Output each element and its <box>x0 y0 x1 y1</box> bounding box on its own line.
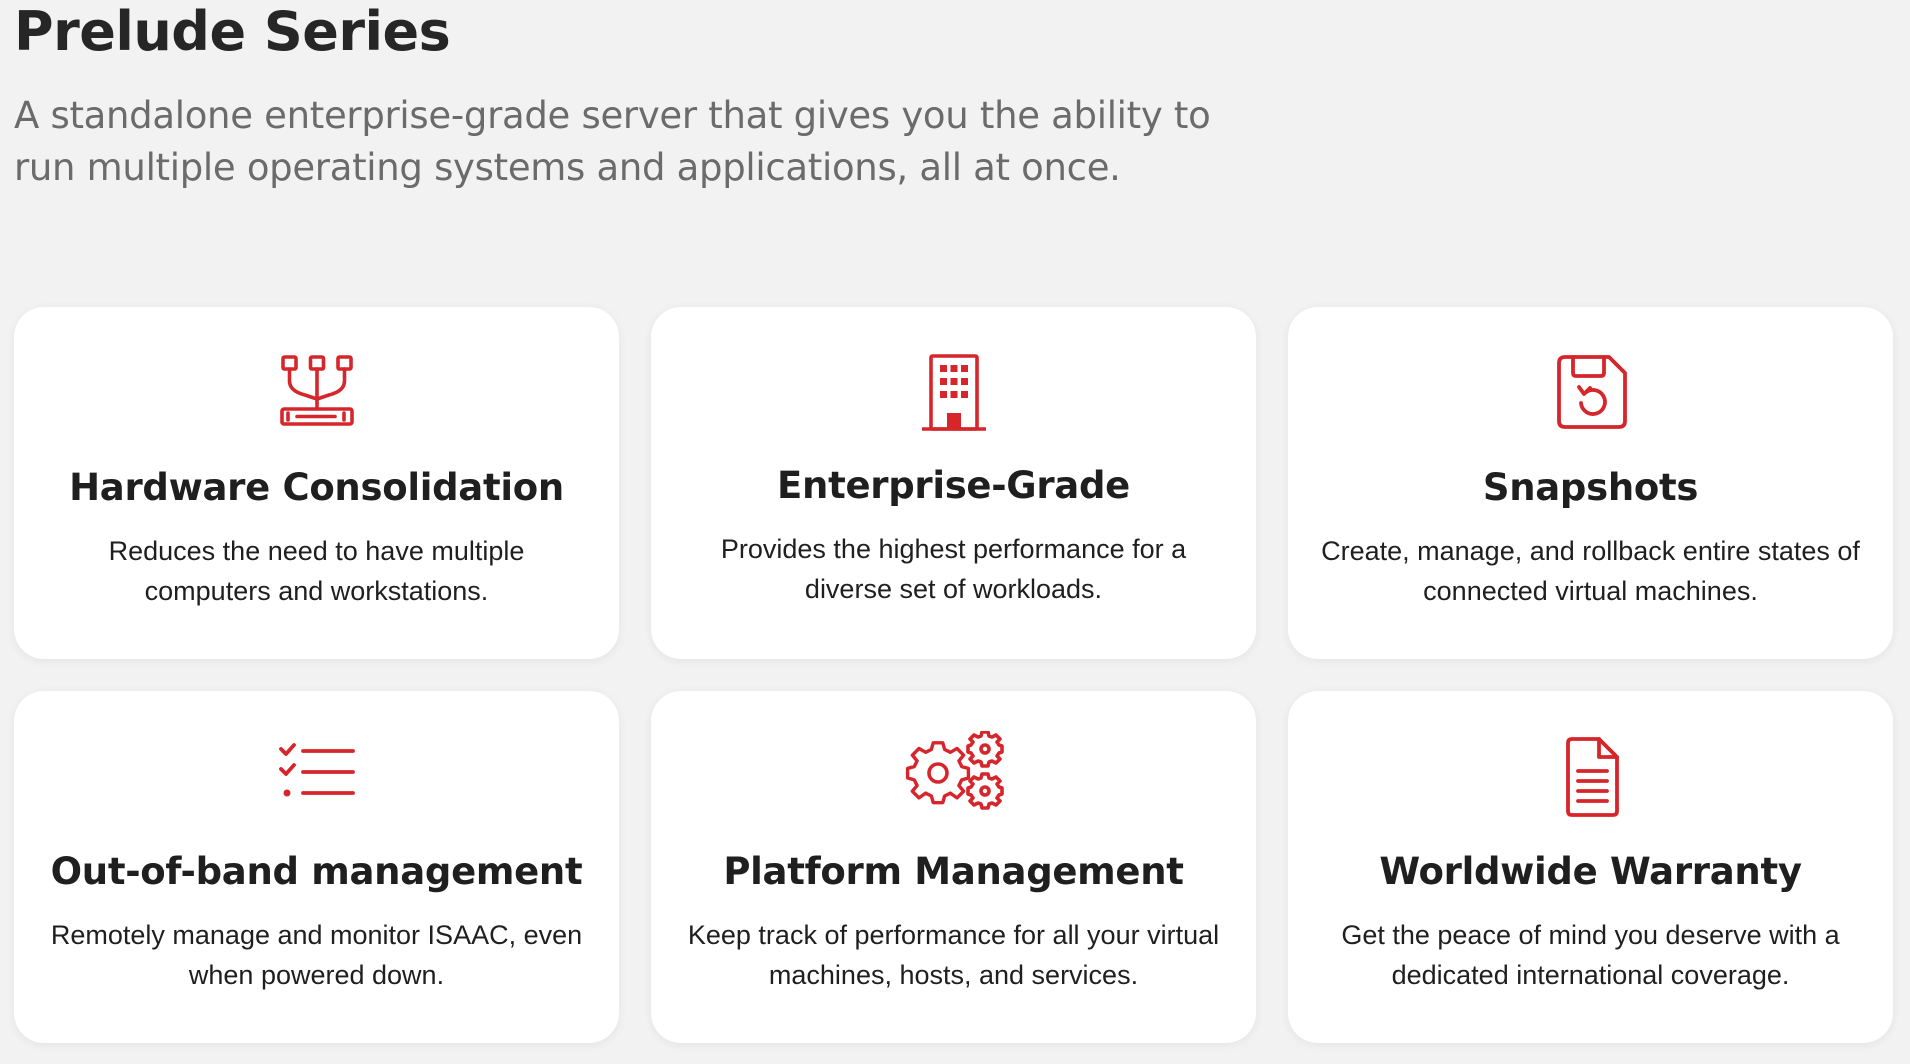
feature-title: Out-of-band management <box>50 850 583 893</box>
feature-title: Platform Management <box>723 850 1184 893</box>
feature-card-out-of-band-management: Out-of-band management Remotely manage a… <box>14 691 619 1043</box>
feature-title: Snapshots <box>1482 466 1699 509</box>
feature-grid: Hardware Consolidation Reduces the need … <box>14 307 1894 1043</box>
page: Prelude Series A standalone enterprise-g… <box>0 0 1910 1064</box>
gears-icon <box>902 731 1006 821</box>
feature-title: Enterprise-Grade <box>777 464 1130 507</box>
feature-card-enterprise-grade: Enterprise-Grade Provides the highest pe… <box>651 307 1256 659</box>
feature-description: Provides the highest performance for a d… <box>720 534 1187 604</box>
feature-description: Remotely manage and monitor ISAAC, even … <box>50 920 583 990</box>
feature-card-platform-management: Platform Management Keep track of perfor… <box>651 691 1256 1043</box>
feature-card-hardware-consolidation: Hardware Consolidation Reduces the need … <box>14 307 619 659</box>
page-subtitle: A standalone enterprise-grade server tha… <box>14 94 1211 189</box>
feature-card-snapshots: Snapshots Create, manage, and rollback e… <box>1288 307 1893 659</box>
page-title: Prelude Series <box>14 0 451 63</box>
save-restore-icon <box>1549 351 1633 435</box>
feature-card-worldwide-warranty: Worldwide Warranty Get the peace of mind… <box>1288 691 1893 1043</box>
feature-description: Reduces the need to have multiple comput… <box>108 536 525 606</box>
document-icon <box>1549 735 1633 819</box>
feature-title: Hardware Consolidation <box>69 466 564 509</box>
hardware-consolidation-icon <box>275 351 359 435</box>
checklist-icon <box>275 735 359 819</box>
building-icon <box>912 351 996 435</box>
feature-description: Create, manage, and rollback entire stat… <box>1321 536 1860 606</box>
feature-description: Keep track of performance for all your v… <box>687 920 1220 990</box>
feature-title: Worldwide Warranty <box>1379 850 1802 893</box>
feature-description: Get the peace of mind you deserve with a… <box>1341 920 1840 990</box>
